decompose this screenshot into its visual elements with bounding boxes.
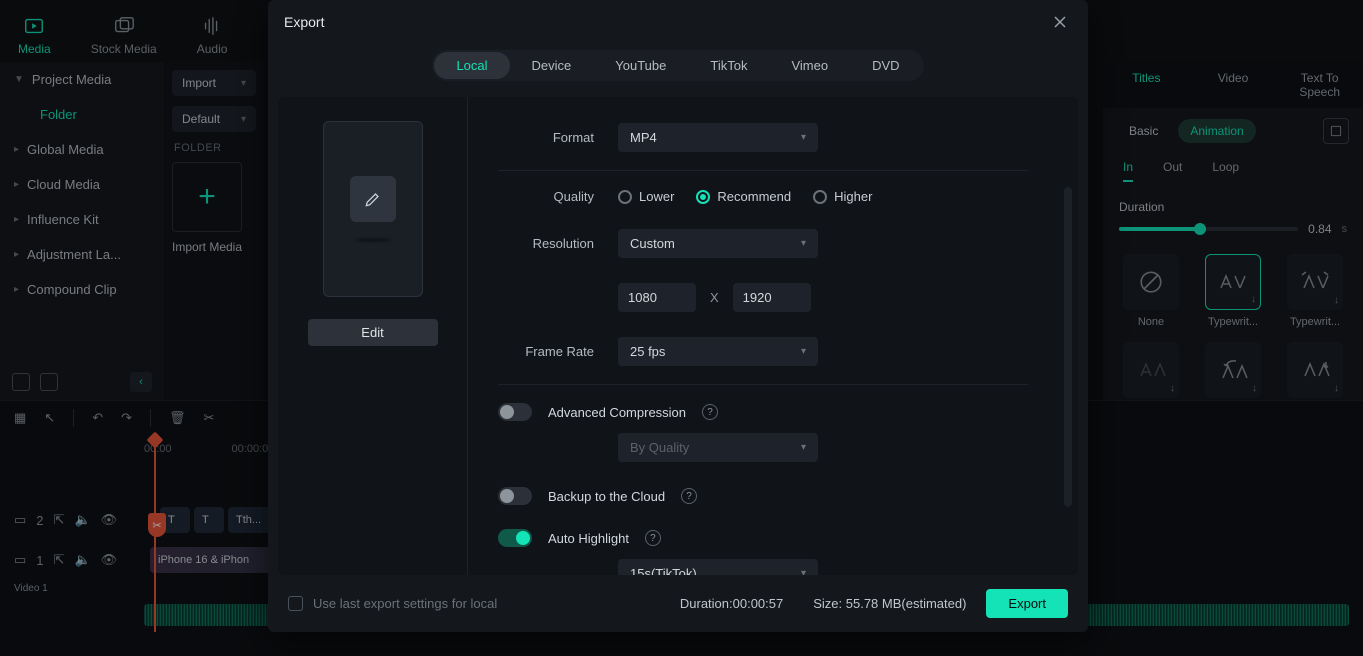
export-tab-device[interactable]: Device	[510, 52, 594, 79]
chevron-down-icon: ▾	[801, 568, 806, 575]
export-form: Format MP4▾ Quality Lower Recommend High…	[468, 97, 1078, 575]
modal-title: Export	[284, 14, 324, 30]
auto-highlight-toggle[interactable]	[498, 529, 532, 547]
export-tab-vimeo[interactable]: Vimeo	[769, 52, 850, 79]
format-label: Format	[498, 130, 618, 145]
quality-recommend-radio[interactable]: Recommend	[696, 189, 791, 204]
preview-pane: Edit	[278, 97, 468, 575]
duration-info: Duration:00:00:57	[680, 596, 783, 611]
info-icon[interactable]: ?	[702, 404, 718, 420]
advanced-compression-toggle[interactable]	[498, 403, 532, 421]
export-tab-youtube[interactable]: YouTube	[593, 52, 688, 79]
height-input[interactable]	[733, 283, 811, 312]
quality-label: Quality	[498, 189, 618, 204]
size-info: Size: 55.78 MB(estimated)	[813, 596, 966, 611]
width-input[interactable]	[618, 283, 696, 312]
chevron-down-icon: ▾	[801, 132, 806, 143]
export-button[interactable]: Export	[986, 589, 1068, 618]
export-tab-tiktok[interactable]: TikTok	[688, 52, 769, 79]
auto-highlight-label: Auto Highlight	[548, 531, 629, 546]
quality-lower-radio[interactable]: Lower	[618, 189, 674, 204]
preview-thumbnail	[323, 121, 423, 297]
export-tabs: Local Device YouTube TikTok Vimeo DVD	[268, 44, 1088, 97]
backup-cloud-label: Backup to the Cloud	[548, 489, 665, 504]
framerate-select[interactable]: 25 fps▾	[618, 337, 818, 366]
auto-highlight-select[interactable]: 15s(TikTok)▾	[618, 559, 818, 575]
chevron-down-icon: ▾	[801, 346, 806, 357]
x-separator: X	[710, 290, 719, 305]
edit-button[interactable]: Edit	[308, 319, 438, 346]
info-icon[interactable]: ?	[681, 488, 697, 504]
export-tab-dvd[interactable]: DVD	[850, 52, 921, 79]
export-modal: Export Local Device YouTube TikTok Vimeo…	[268, 0, 1088, 632]
quality-higher-radio[interactable]: Higher	[813, 189, 872, 204]
compression-mode-select: By Quality▾	[618, 433, 818, 462]
export-tab-local[interactable]: Local	[434, 52, 509, 79]
close-icon[interactable]	[1048, 10, 1072, 34]
edit-icon	[350, 176, 396, 222]
chevron-down-icon: ▾	[801, 238, 806, 249]
chevron-down-icon: ▾	[801, 442, 806, 453]
format-select[interactable]: MP4▾	[618, 123, 818, 152]
use-last-settings-checkbox[interactable]: Use last export settings for local	[288, 596, 497, 611]
info-icon[interactable]: ?	[645, 530, 661, 546]
backup-cloud-toggle[interactable]	[498, 487, 532, 505]
advanced-compression-label: Advanced Compression	[548, 405, 686, 420]
resolution-select[interactable]: Custom▾	[618, 229, 818, 258]
framerate-label: Frame Rate	[498, 344, 618, 359]
scrollbar[interactable]	[1064, 187, 1072, 507]
resolution-label: Resolution	[498, 236, 618, 251]
